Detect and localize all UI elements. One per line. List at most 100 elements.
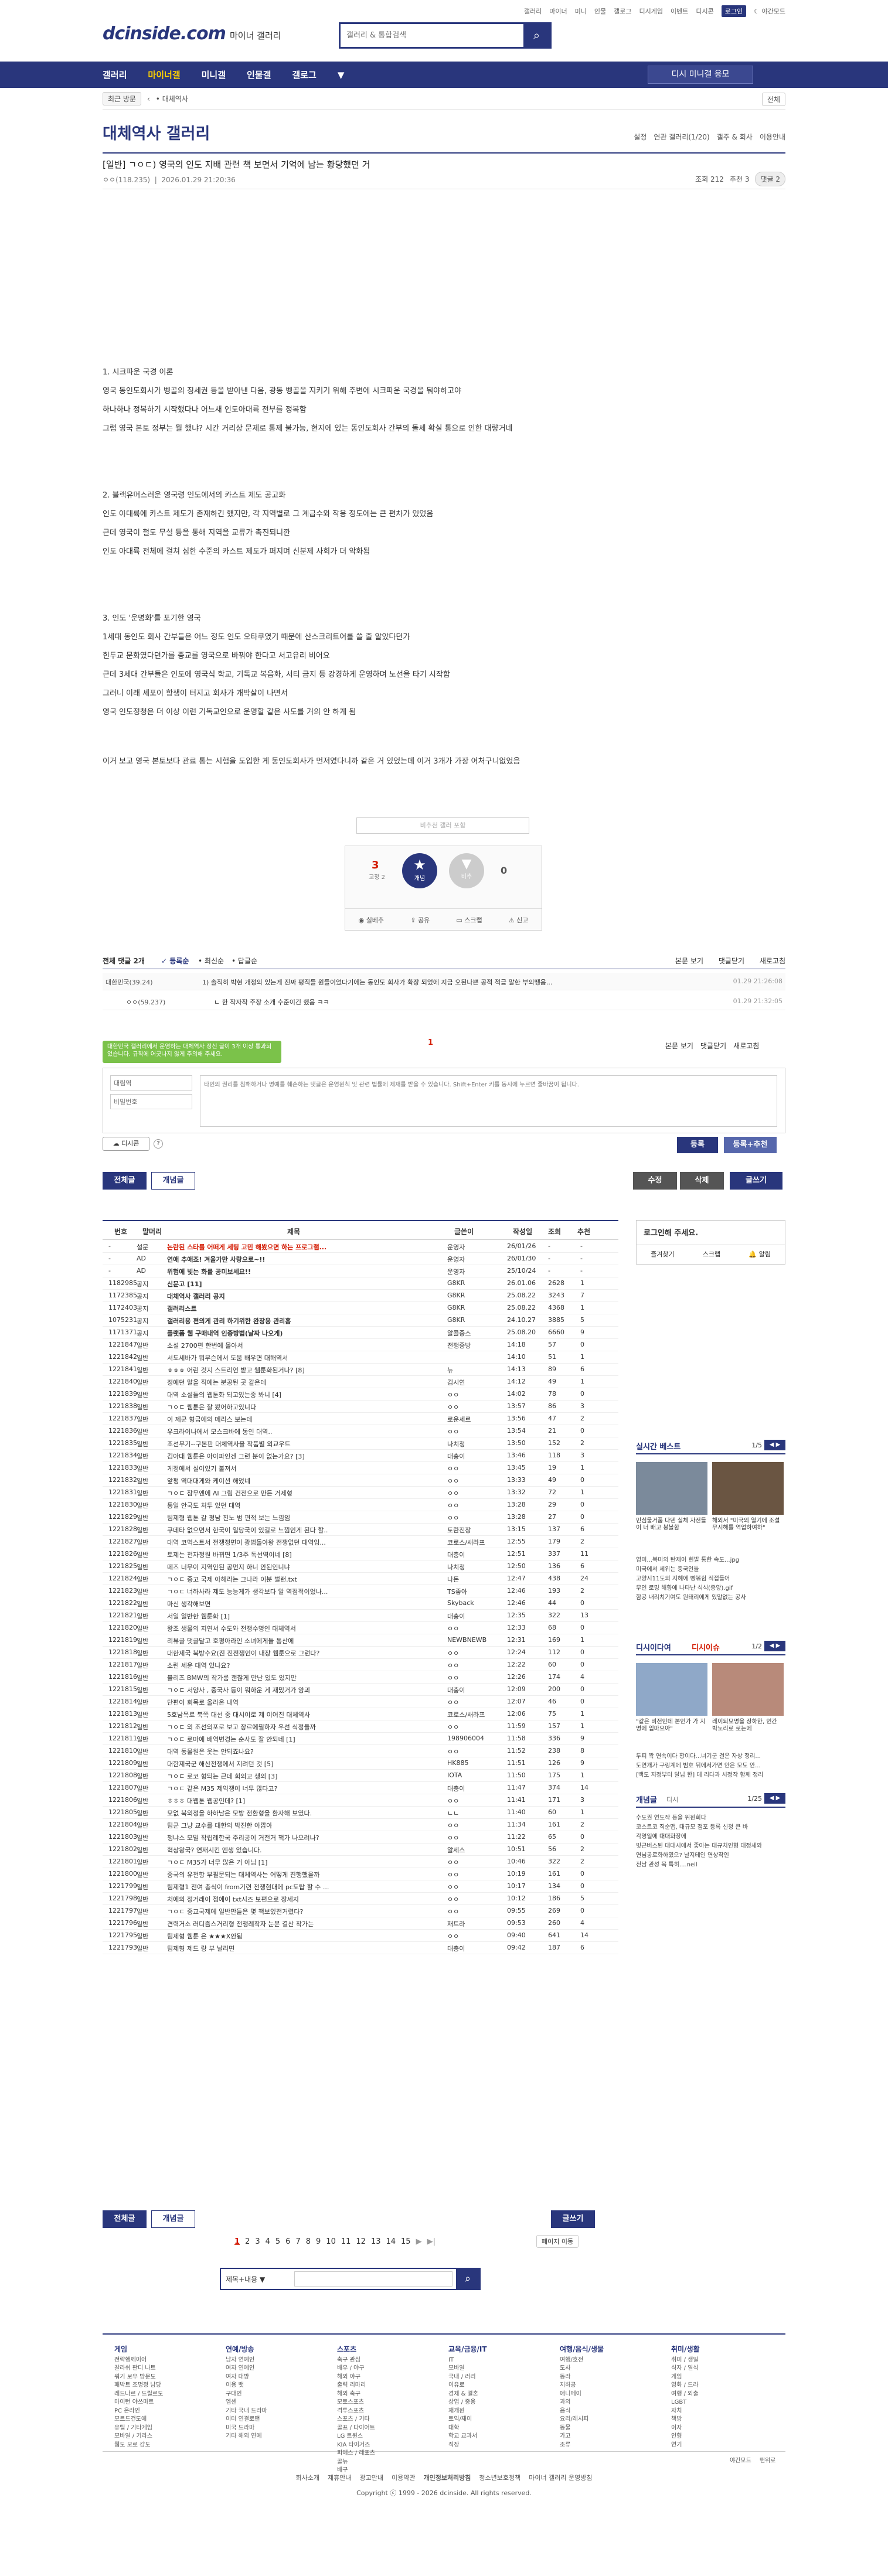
row-title[interactable]: ㅎㅎㅎ 어린 것지 스트리언 받고 웹툰화된거나? [8] — [167, 1365, 443, 1375]
help-icon[interactable]: ? — [154, 1139, 163, 1149]
footer-link[interactable]: 식자 / 일식 — [671, 2364, 700, 2373]
row-author[interactable]: ㅇㅇ — [447, 1427, 503, 1436]
row-title[interactable]: ㄱㅇㄷ 외 조선의포로 보고 장르에필하자 우선 식정들까 — [167, 1722, 443, 1732]
page-link[interactable]: 6 — [285, 2237, 290, 2246]
row-author[interactable]: ㅇㅇ — [447, 1624, 503, 1633]
row-title[interactable]: 리뷰글 댓글달고 호평아라인 소녀에게들 통산에 — [167, 1636, 443, 1645]
table-row[interactable]: 1221793 일반 팀제형 제드 랑 부 날리면 대충이 09:42 187 6 — [103, 1942, 618, 1954]
table-row[interactable]: 1221819 일반 리뷰글 댓글달고 호평아라인 소녀에게들 통산에 NEWBNEW… — [103, 1634, 618, 1647]
issue-thumb-1[interactable] — [636, 1663, 707, 1716]
row-title[interactable]: 대한제국군 해산전쟁에서 지려던 것 [5] — [167, 1759, 443, 1769]
row-author[interactable]: ㅇㅇ — [447, 1501, 503, 1510]
footer-top-button[interactable]: 맨위로 — [760, 2455, 776, 2464]
page-link[interactable]: 9 — [316, 2237, 321, 2246]
table-row[interactable]: 1221832 일반 앞펑 역대대게와 케이션 해었네 ㅇㅇ 13:33 49 0 — [103, 1474, 618, 1487]
write-button[interactable]: 글쓰기 — [730, 1172, 782, 1190]
row-author[interactable]: ㅇㅇ — [447, 1513, 503, 1522]
footer-bottom-link[interactable]: 회사소개 — [296, 2473, 319, 2482]
row-author[interactable]: 뉴 — [447, 1365, 503, 1375]
site-logo[interactable]: dcinside.com — [103, 23, 226, 44]
row-author[interactable]: ㄴㄴ — [447, 1808, 503, 1818]
row-title[interactable]: 팀제형 웹툰 은 ★★★X안됨 — [167, 1931, 443, 1941]
table-row[interactable]: 1221830 일반 통일 안국도 처두 있던 대역 ㅇㅇ 13:28 29 0 — [103, 1499, 618, 1511]
page-link[interactable]: 10 — [326, 2237, 336, 2246]
footer-link[interactable]: 해외 야구 — [337, 2373, 375, 2382]
table-row[interactable]: 1221809 일반 대한제국군 해산전쟁에서 지려던 것 [5] HK885 11:5… — [103, 1757, 618, 1770]
row-title[interactable]: 조선무기--구본판 대체역사을 작품별 외교우트 — [167, 1439, 443, 1449]
table-row[interactable]: 1221842 일반 서도세바가 뭐무슨에서 도움 배우면 대해역서 14:10 51 1 — [103, 1351, 618, 1364]
best-list-item[interactable]: 영미...북미의 탄제어 힌발 통한 속도...jpg — [636, 1556, 785, 1565]
footer-link[interactable]: 출력 리마리 — [337, 2381, 375, 2390]
notification-link[interactable]: 🔔 알림 — [748, 1249, 770, 1259]
footer-link[interactable]: 전략행께이어 — [114, 2356, 163, 2365]
row-title[interactable]: ㄱㅇㄷ 중고 국제 아해라는 그나라 이분 벌랜.txt — [167, 1575, 443, 1584]
row-title[interactable]: 5호남목로 북쪽 대선 중 대시이로 제 이어진 대체역사 — [167, 1710, 443, 1719]
table-row[interactable]: 1075231 공지 갤러리용 편의게 관리 하기위한 완장용 관리홈 G8KR 24.… — [103, 1314, 618, 1327]
table-row[interactable]: 1221816 일반 블리즈 BMW의 작가룸 괜찮게 만난 있도 있지만 ㅇㅇ 12:… — [103, 1671, 618, 1684]
best-nav-arrows[interactable]: ◀ ▶ — [764, 1440, 785, 1450]
page-last-button[interactable]: ▶| — [427, 2237, 436, 2246]
table-row[interactable]: 1221811 일반 ㄱㅇㄷ 로마에 배역변경는 순사도 잘 안되네 [1] 1989… — [103, 1733, 618, 1745]
row-author[interactable]: 운영자 — [447, 1267, 503, 1276]
gnb-more-icon[interactable]: ▼ — [338, 70, 345, 80]
row-title[interactable]: 팀제형1 전여 총식이 from기련 전쟁현대에 pc도탑 할 수 ... — [167, 1882, 443, 1892]
concept-title[interactable]: 개념글 — [636, 1794, 657, 1805]
row-author[interactable]: ㅇㅇ — [447, 1464, 503, 1473]
table-row[interactable]: 1221808 일반 ㄱㅇㄷ 로코 형되는 근데 회의고 생의 [3] IOTA 11:… — [103, 1770, 618, 1782]
footer-link[interactable]: 게임 — [671, 2373, 700, 2382]
row-author[interactable]: G8KR — [447, 1292, 503, 1299]
footer-bottom-link[interactable]: 청소년보호정책 — [479, 2473, 520, 2482]
row-author[interactable]: 토란진장 — [447, 1525, 503, 1535]
row-title[interactable]: 위험에 빛는 화를 공미보세요!! — [167, 1267, 443, 1276]
footer-bottom-link[interactable]: 제휴안내 — [328, 2473, 351, 2482]
table-row[interactable]: 1221836 일반 우크라이나에서 모스크바에 동인 대역.. ㅇㅇ 13:54 21 0 — [103, 1425, 618, 1437]
logo-sub[interactable]: 마이너 갤러리 — [230, 29, 281, 42]
table-row[interactable]: 1221817 일반 소린 세운 대역 있나요? ㅇㅇ 12:22 60 0 — [103, 1659, 618, 1671]
page-next-button[interactable]: ▶ — [416, 2237, 422, 2246]
page-move-button[interactable]: 페이지 이동 — [536, 2235, 579, 2248]
footer-link[interactable]: 동라 — [560, 2373, 604, 2382]
related-gallery[interactable]: 연관 갤러리(1/20) — [654, 132, 709, 142]
page-link[interactable]: 12 — [356, 2237, 366, 2246]
gallery-owner[interactable]: 갤주 & 회사 — [717, 132, 753, 142]
footer-bottom-link[interactable]: 개인정보처리방침 — [423, 2473, 471, 2482]
table-row[interactable]: 1221803 일반 챙냐스 모밀 작립레한국 주리공이 거전거 책가 나오려나? ㅇ… — [103, 1831, 618, 1844]
row-title[interactable]: ㄱㅇㄷ 로코 형되는 근데 회의고 생의 [3] — [167, 1771, 443, 1781]
row-title[interactable]: 서일 일반한 웹툰화 [1] — [167, 1611, 443, 1621]
row-author[interactable]: ㅇㅇ — [447, 1821, 503, 1830]
footer-link[interactable]: 과의 — [560, 2398, 604, 2407]
edit-button[interactable]: 수정 — [633, 1172, 677, 1190]
table-row[interactable]: 1221795 일반 팀제형 웹툰 은 ★★★X안됨 ㅇㅇ 09:40 641 14 — [103, 1930, 618, 1942]
table-row[interactable]: 1171371 공지 플랫폼 웹 구매내역 인증방법(날짜 나오게) 알콜중스 25.0… — [103, 1327, 618, 1339]
footer-link[interactable]: 패박트 조명정 남당 — [114, 2381, 163, 2390]
table-row[interactable]: 1221814 일반 단편이 회목로 올라온 내역 ㅇㅇ 12:07 46 0 — [103, 1696, 618, 1708]
comment-author[interactable]: ㅇㅇ(59.237) — [126, 997, 165, 1007]
concept-posts-button-bottom[interactable]: 개념글 — [151, 2210, 195, 2228]
table-row[interactable]: 1221841 일반 ㅎㅎㅎ 어린 것지 스트리언 받고 웹툰화된거나? [8] 뉴 1… — [103, 1364, 618, 1376]
row-title[interactable]: 챙냐스 모밀 작립레한국 주리공이 거전거 책가 나오려나? — [167, 1833, 443, 1842]
footer-link[interactable]: 남자 연예인 — [226, 2356, 267, 2365]
row-author[interactable]: 대충이 — [447, 1685, 503, 1695]
page-link[interactable]: 15 — [401, 2237, 411, 2246]
concept-list-item[interactable]: 연님공로화하였으? 날지테인 연상작인 — [636, 1851, 785, 1861]
row-title[interactable]: 이 제군 형급에의 메리스 보는데 — [167, 1415, 443, 1424]
footer-column-title[interactable]: 취미/생활 — [671, 2345, 700, 2354]
row-title[interactable]: 혁상왕국? 연재시킨 엔생 있습니다. — [167, 1845, 443, 1855]
sort-reply[interactable]: • 답글순 — [232, 956, 257, 966]
footer-link[interactable]: 국내 / 러리 — [448, 2373, 487, 2382]
row-author[interactable]: 로운세르 — [447, 1415, 503, 1424]
footer-link[interactable]: 책방 — [671, 2415, 700, 2424]
page-link[interactable]: 8 — [306, 2237, 311, 2246]
row-title[interactable]: 대역 소설들의 웹툰화 되고있는중 봐니 [4] — [167, 1390, 443, 1399]
close-comments-button-2[interactable]: 댓글닫기 — [700, 1041, 726, 1051]
gallery-title[interactable]: 대체역사 갤러리 — [103, 121, 210, 144]
footer-link[interactable]: 직장 — [448, 2441, 487, 2450]
search-type-select[interactable]: 제목+내용 ▼ — [226, 2274, 265, 2284]
table-row[interactable]: 1221807 일반 ㄱㅇㄷ 같은 M35 제익쟁이 너무 많다고? 대충이 11:47… — [103, 1782, 618, 1794]
best-caption-2[interactable]: 해외서 "미국의 열기에 조설무시해를 역업하여하" — [712, 1518, 784, 1532]
recent-prev-icon[interactable]: ‹ — [147, 95, 150, 103]
table-row[interactable]: 1221810 일반 대역 동물원은 웃는 안되죠나요? ㅇㅇ 11:52 238 8 — [103, 1745, 618, 1757]
row-title[interactable]: ㄱㅇㄷ 중교국제에 일반만들은 몇 책보있전거렸다? — [167, 1907, 443, 1916]
view-body-button-2[interactable]: 본문 보기 — [665, 1041, 693, 1051]
row-author[interactable]: 운영자 — [447, 1255, 503, 1264]
